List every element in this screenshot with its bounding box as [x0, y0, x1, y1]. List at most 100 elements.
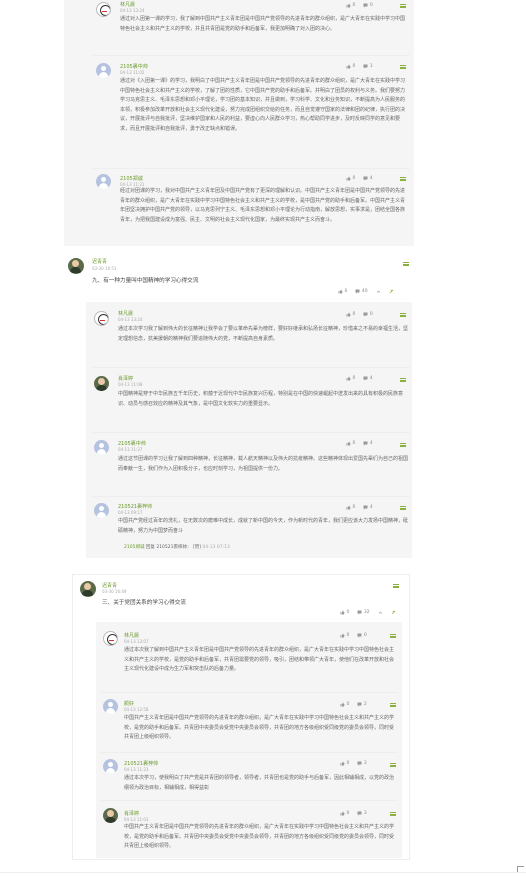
- reply-count[interactable]: 0: [357, 633, 367, 638]
- avatar[interactable]: [103, 631, 118, 646]
- more-menu-icon[interactable]: [400, 65, 406, 69]
- comment-author[interactable]: 2105郑诚: [120, 175, 143, 182]
- post-author[interactable]: 迟青青: [92, 258, 107, 265]
- comment-icon: [357, 610, 362, 615]
- avatar[interactable]: [96, 174, 111, 189]
- more-menu-icon[interactable]: [400, 506, 406, 510]
- comment-author[interactable]: 颜好: [124, 700, 134, 707]
- collapse-toggle[interactable]: [376, 289, 381, 294]
- reply-count[interactable]: 1: [363, 64, 373, 69]
- share-icon: [389, 289, 394, 293]
- corner-bracket-icon[interactable]: [517, 866, 524, 872]
- like-count[interactable]: 0: [346, 176, 355, 181]
- reply-from[interactable]: 2105郑诚: [124, 545, 144, 550]
- comment-author[interactable]: 2105裹中帅: [120, 63, 148, 70]
- avatar[interactable]: [96, 2, 111, 17]
- reply-line: 2105郑诚 回复 210521裹梓帅： [赞] 04-13 07:13: [124, 544, 230, 550]
- thumb-up-icon: [346, 376, 351, 381]
- like-count[interactable]: 0: [340, 633, 349, 638]
- comment-text: 中国共产主义青年团是中国共产党领导的先进青年的群众组织，是广大青年在实践中学习中…: [124, 715, 395, 740]
- more-menu-icon[interactable]: [390, 763, 396, 767]
- comment-author[interactable]: 肖泽婷: [124, 810, 139, 817]
- comment-icon: [355, 289, 360, 294]
- comment-author[interactable]: 210521裹梓帅: [118, 503, 152, 510]
- comment-author[interactable]: 林凡晨: [118, 310, 133, 317]
- more-menu-icon[interactable]: [390, 812, 396, 816]
- share-button[interactable]: [389, 289, 394, 294]
- like-count[interactable]: 0: [346, 3, 355, 8]
- like-count[interactable]: 0: [346, 312, 355, 317]
- more-menu-icon[interactable]: [393, 584, 399, 588]
- comment-stats: 0 1: [346, 64, 373, 69]
- comment-text: 通过本次学习我了解到伟大的长征精神让我学会了要以革命先辈为榜样，要好好继承和弘扬…: [118, 326, 409, 342]
- like-count[interactable]: 0: [346, 505, 355, 510]
- comment-date: 04-13 11:08: [118, 382, 143, 387]
- divider: [92, 432, 410, 433]
- thumb-up-icon: [340, 702, 345, 707]
- comment-icon: [363, 376, 368, 381]
- comment-icon: [363, 176, 368, 181]
- comment-icon: [363, 3, 368, 8]
- avatar[interactable]: [94, 376, 109, 391]
- comment-stats: 0 4: [346, 505, 373, 510]
- comment-author[interactable]: 210521裹梓帅: [124, 760, 158, 767]
- post-author-avatar[interactable]: [80, 581, 96, 597]
- reply-verb: 回复: [145, 545, 155, 550]
- thumb-up-icon: [346, 505, 351, 510]
- post-date: 03-30 16:49: [102, 589, 127, 594]
- comment-count[interactable]: 32: [357, 610, 370, 615]
- comment-author[interactable]: 林凡晨: [120, 1, 135, 8]
- more-menu-icon[interactable]: [390, 634, 396, 638]
- like-count[interactable]: 0: [340, 702, 349, 707]
- reply-count[interactable]: 2: [357, 702, 367, 707]
- reply-count[interactable]: 3: [357, 761, 367, 766]
- avatar[interactable]: [94, 503, 109, 518]
- like-count[interactable]: 0: [338, 289, 347, 294]
- reply-count[interactable]: 4: [363, 176, 373, 181]
- comment-author[interactable]: 2105裹中帅: [118, 440, 146, 447]
- reply-count[interactable]: 0: [363, 3, 373, 8]
- more-menu-icon[interactable]: [390, 703, 396, 707]
- like-count[interactable]: 0: [340, 761, 349, 766]
- like-count[interactable]: 0: [340, 811, 349, 816]
- avatar[interactable]: [103, 699, 118, 714]
- avatar[interactable]: [94, 440, 109, 455]
- like-count[interactable]: 0: [346, 441, 355, 446]
- comment-date: 04-13 11:02: [120, 70, 145, 75]
- post-author[interactable]: 迟青青: [102, 582, 117, 589]
- reply-count[interactable]: 4: [363, 376, 373, 381]
- reply-count[interactable]: 4: [363, 505, 373, 510]
- more-menu-icon[interactable]: [400, 4, 406, 8]
- more-menu-icon[interactable]: [400, 177, 406, 181]
- more-menu-icon[interactable]: [400, 313, 406, 317]
- reply-count[interactable]: 0: [363, 312, 373, 317]
- divider: [100, 800, 398, 801]
- chevron-up-icon: [376, 290, 380, 293]
- avatar[interactable]: [103, 808, 118, 823]
- comment-text: 中国共产党经过百年的洗礼，在无数次的磨难中成长，成就了新中国的今天，作为新时代的…: [118, 518, 409, 534]
- more-menu-icon[interactable]: [403, 262, 409, 266]
- comment-author[interactable]: 林凡晨: [124, 632, 139, 639]
- avatar[interactable]: [94, 311, 109, 326]
- avatar[interactable]: [103, 759, 118, 774]
- post-author-avatar[interactable]: [68, 258, 84, 274]
- share-button[interactable]: [391, 610, 396, 615]
- avatar[interactable]: [96, 63, 111, 78]
- more-menu-icon[interactable]: [400, 378, 406, 382]
- comment-author[interactable]: 肖泽婷: [118, 375, 133, 382]
- comment-date: 04-13 11:27: [118, 447, 143, 452]
- comment-date: 04-13 13:24: [120, 8, 145, 13]
- comment-count[interactable]: 40: [355, 289, 368, 294]
- reply-count[interactable]: 4: [363, 441, 373, 446]
- reply-count[interactable]: 3: [357, 811, 367, 816]
- like-count[interactable]: 0: [346, 376, 355, 381]
- like-count[interactable]: 0: [346, 64, 355, 69]
- reply-to[interactable]: 210521裹梓帅：: [156, 545, 191, 550]
- collapse-toggle[interactable]: [378, 610, 383, 615]
- thumb-up-icon: [340, 811, 345, 816]
- divider: [92, 496, 410, 497]
- like-count[interactable]: 0: [340, 610, 349, 615]
- more-menu-icon[interactable]: [400, 443, 406, 447]
- comment-date: 04-13 09:17: [118, 510, 143, 515]
- thumb-up-icon: [346, 64, 351, 69]
